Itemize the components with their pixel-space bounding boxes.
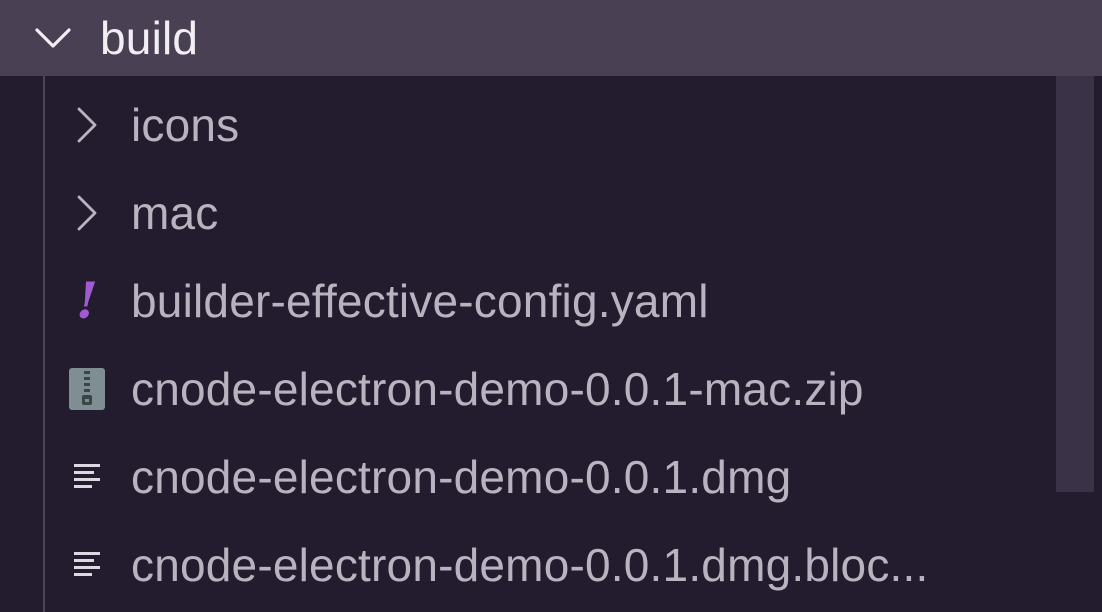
zip-archive-icon	[66, 366, 108, 412]
chevron-right-icon	[70, 102, 104, 148]
text-lines-icon	[66, 454, 108, 500]
text-lines-icon	[66, 542, 108, 588]
file-label: cnode-electron-demo-0.0.1-mac.zip	[131, 363, 864, 415]
chevron-right-icon	[70, 190, 104, 236]
scrollbar-track[interactable]	[1055, 0, 1102, 612]
tree-file-builder-effective-config[interactable]: ! builder-effective-config.yaml	[0, 257, 1055, 345]
folder-label: build	[100, 12, 199, 64]
folder-label: icons	[131, 99, 240, 151]
tree-folder-mac[interactable]: mac	[0, 169, 1055, 257]
tree-folder-icons[interactable]: icons	[0, 81, 1055, 169]
chevron-down-icon	[30, 15, 76, 61]
file-explorer: build icons mac ! builder-effective-conf…	[0, 0, 1102, 612]
tree-file-dmg-blockmap[interactable]: cnode-electron-demo-0.0.1.dmg.bloc...	[0, 521, 1055, 609]
tree-file-mac-zip[interactable]: cnode-electron-demo-0.0.1-mac.zip	[0, 345, 1055, 433]
file-label: cnode-electron-demo-0.0.1.dmg.bloc...	[131, 539, 929, 591]
tree-file-dmg[interactable]: cnode-electron-demo-0.0.1.dmg	[0, 433, 1055, 521]
folder-label: mac	[131, 187, 219, 239]
tree-folder-build[interactable]: build	[0, 0, 1102, 76]
file-label: cnode-electron-demo-0.0.1.dmg	[131, 451, 792, 503]
file-label: builder-effective-config.yaml	[131, 275, 709, 327]
yaml-exclamation-icon: !	[76, 271, 98, 330]
